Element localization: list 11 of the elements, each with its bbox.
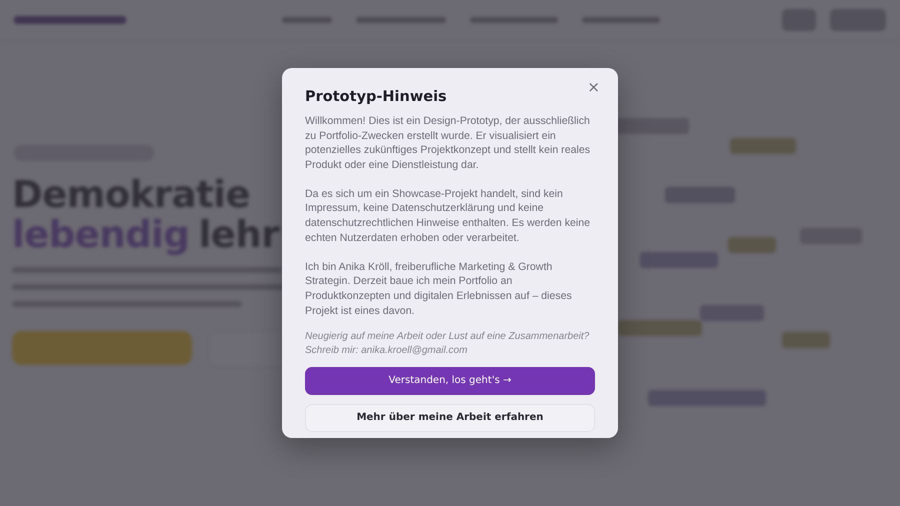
hero-heading-word: lehr <box>198 213 279 256</box>
confirm-button[interactable]: Verstanden, los geht's → <box>305 366 595 395</box>
contact-note: Neugierig auf meine Arbeit oder Lust auf eine Zusammenarbeit? <box>305 330 590 344</box>
close-button[interactable]: × <box>583 76 604 98</box>
modal-paragraph: Da es sich um ein Showcase-Projekt handelt, sind kein Impressum, keine Datenschutzerklärung und keine datenschutzrechtlichen Hinweise enthalten. Es werden keine echten Nutzerdaten erhoben oder verarbeitet. <box>305 186 592 246</box>
modal-paragraph: Ich bin Anika Kröll, freiberufliche Marketing & Growth Strategin. Derzeit baue ich mein Portfolio an Produktkonzepten und digitalen Erlebnissen auf – dieses Projekt ist eines davon. <box>305 260 573 318</box>
contact-note: Schreib mir: anika.kroell@gmail.com <box>305 344 468 358</box>
modal-paragraph: Willkommen! Dies ist ein Design-Prototyp, der ausschließlich zu Portfolio-Zwecken erstellt wurde. Er visualisiert ein potenzielles zukünftiges Projektkonzept und stellt kein reales Produkt oder eine Dienstleistung dar. <box>305 114 592 172</box>
modal-title: Prototyp-Hinweis <box>305 89 448 105</box>
hero-heading-line: Demokratie <box>12 175 250 215</box>
more-info-button[interactable]: Mehr über meine Arbeit erfahren <box>305 404 595 432</box>
